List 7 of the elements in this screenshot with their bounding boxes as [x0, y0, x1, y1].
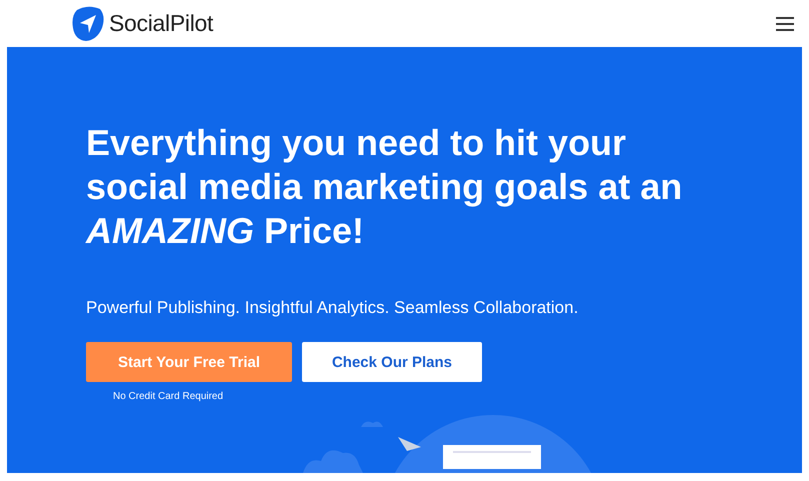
logo-icon [71, 6, 105, 42]
menu-icon[interactable] [776, 16, 794, 30]
no-credit-card-note: No Credit Card Required [113, 391, 224, 402]
brand-name[interactable]: SocialPilot [109, 10, 214, 37]
plans-button[interactable]: Check Our Plans [302, 342, 482, 382]
headline: Everything you need to hit your social media marketing goals at an AMAZING Price! [86, 121, 684, 253]
subheadline: Powerful Publishing. Insightful Analytics. Seamless Collaboration. [86, 298, 578, 318]
